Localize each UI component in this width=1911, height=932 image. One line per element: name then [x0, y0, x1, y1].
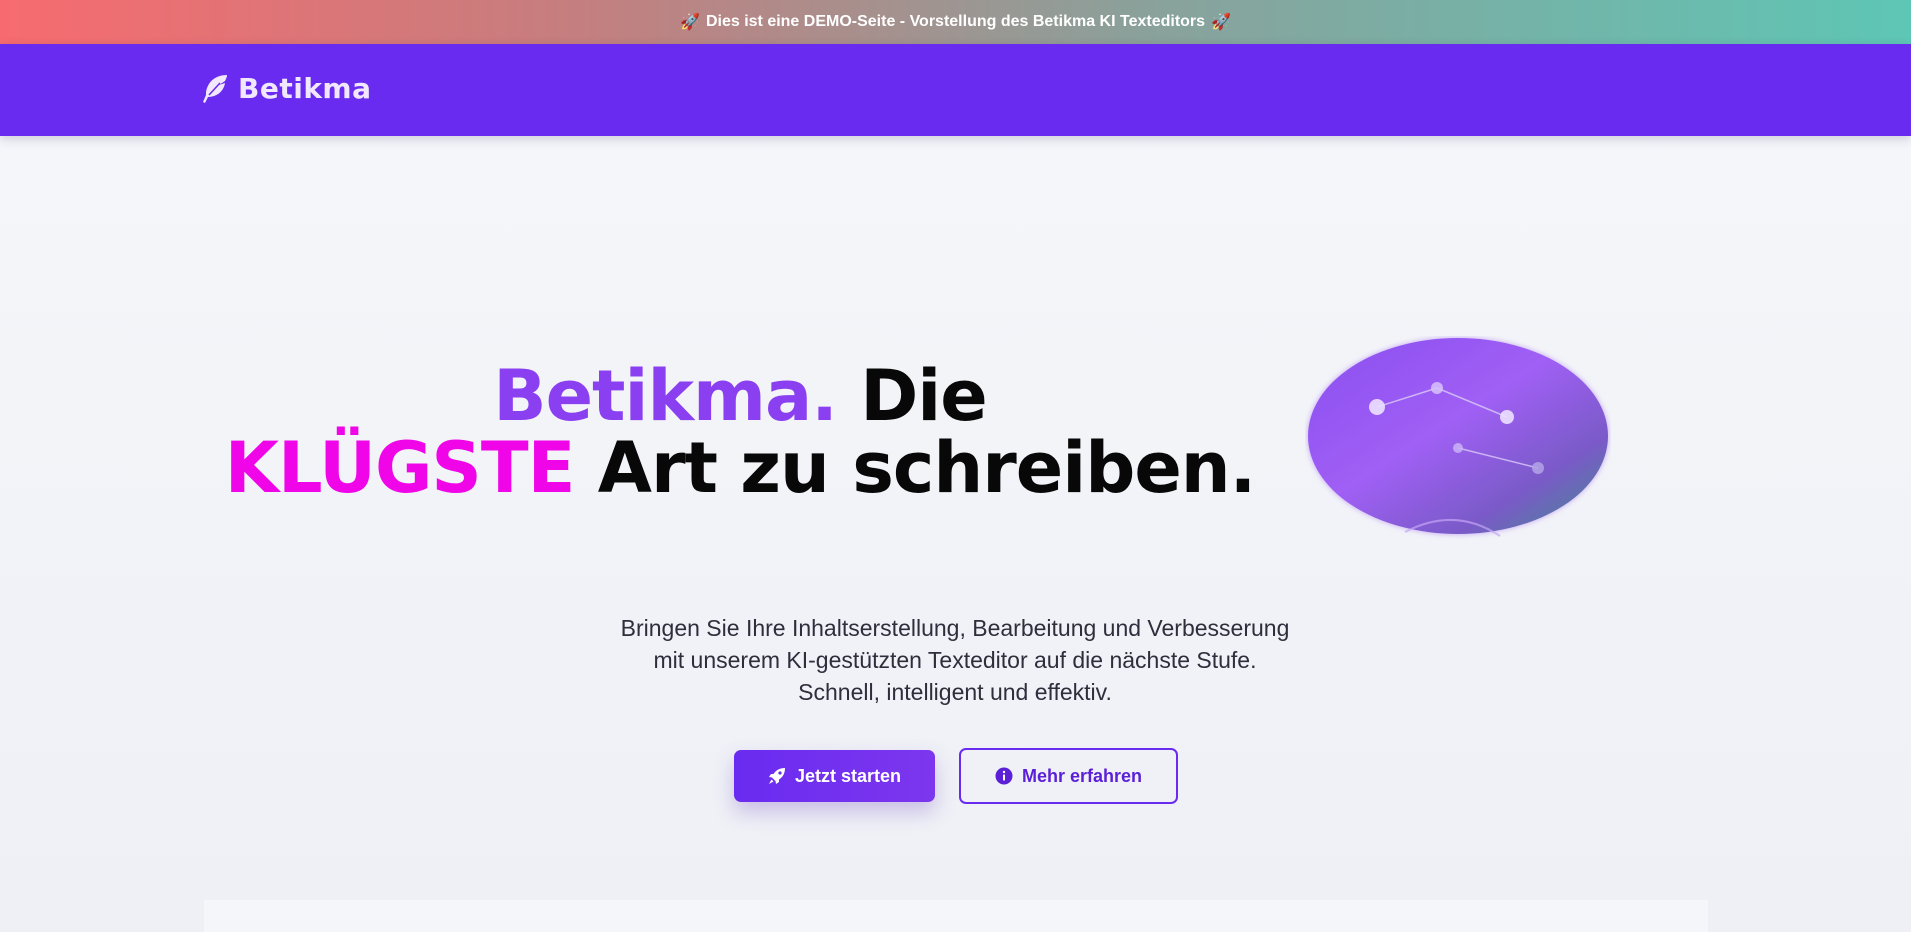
learn-more-button[interactable]: Mehr erfahren [959, 748, 1178, 804]
learn-more-button-label: Mehr erfahren [1021, 765, 1143, 786]
hero-description: Bringen Sie Ihre Inhaltserstellung, Bear… [555, 612, 1355, 708]
brain-network-illustration [1308, 338, 1608, 537]
start-now-button[interactable]: Jetzt starten [734, 750, 935, 802]
hero-title: Betikma. Die KLÜGSTE Art zu schreiben. [200, 360, 1280, 504]
hero-description-line: mit unserem KI-gestützten Texteditor auf… [653, 647, 1257, 673]
feather-icon [203, 74, 227, 103]
demo-banner-text: Dies ist eine DEMO-Seite - Vorstellung d… [705, 13, 1206, 30]
demo-banner: 🚀 Dies ist eine DEMO-Seite - Vorstellung… [0, 0, 1911, 44]
brand-name: Betikma [238, 72, 372, 105]
hero-title-accent: KLÜGSTE [224, 427, 576, 509]
rocket-icon [768, 768, 785, 784]
hero-title-brand: Betikma. [493, 355, 838, 437]
hero-title-rest: Art zu schreiben. [597, 427, 1256, 509]
navbar: Betikma [0, 44, 1911, 136]
start-now-button-label: Jetzt starten [794, 765, 902, 786]
rocket-emoji-icon: 🚀 [1211, 14, 1231, 31]
info-circle-icon [995, 767, 1013, 785]
rocket-emoji-icon: 🚀 [680, 14, 700, 31]
hero-title-word: Die [860, 355, 988, 437]
content-panel-top [204, 900, 1708, 932]
hero-description-line: Schnell, intelligent und effektiv. [798, 679, 1112, 705]
brand-logo-link[interactable]: Betikma [200, 72, 372, 105]
hero-description-line: Bringen Sie Ihre Inhaltserstellung, Bear… [620, 615, 1290, 641]
